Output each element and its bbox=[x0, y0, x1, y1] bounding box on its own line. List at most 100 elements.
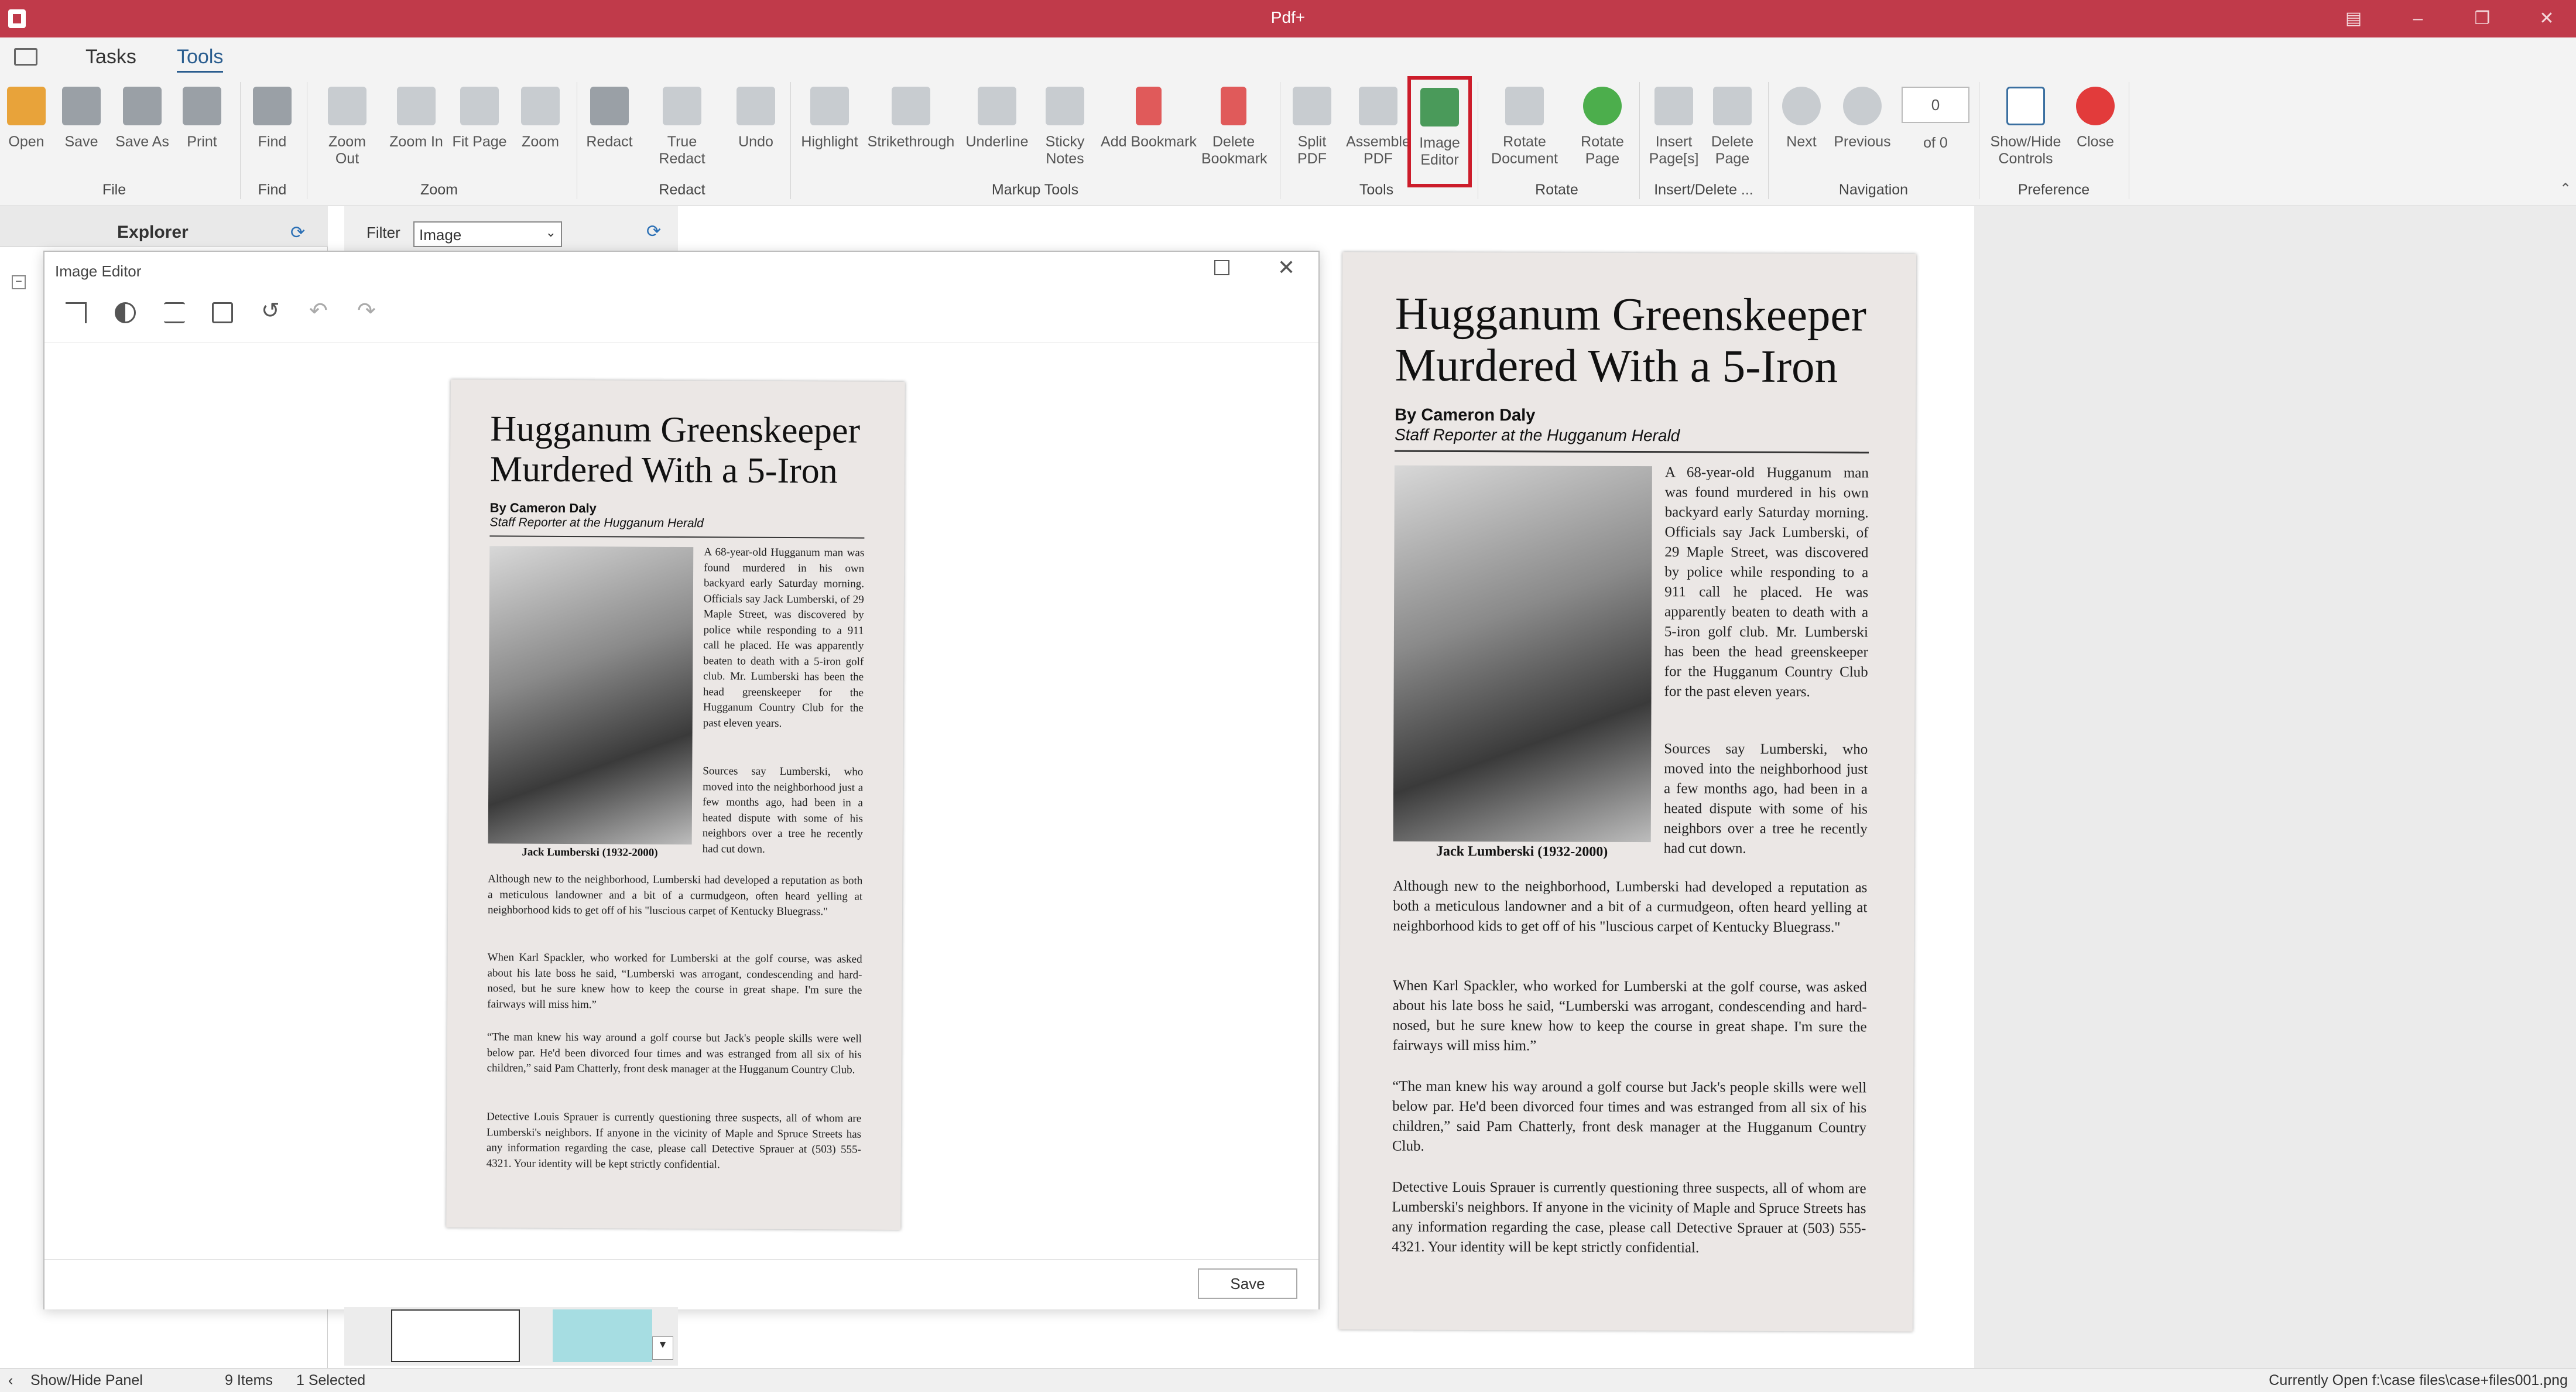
collapse-ribbon-icon[interactable]: ⌃ bbox=[2560, 180, 2571, 197]
tab-tools[interactable]: Tools bbox=[177, 46, 224, 73]
close-button[interactable]: Close bbox=[2063, 81, 2128, 180]
strikethrough-button[interactable]: Strikethrough bbox=[864, 81, 958, 180]
restore-button[interactable]: ❐ bbox=[2459, 5, 2506, 33]
viewer-page: Hugganum Greenskeeper Murdered With a 5-I… bbox=[1338, 252, 1917, 1332]
controls-icon bbox=[2006, 87, 2045, 125]
strikethrough-icon bbox=[892, 87, 930, 125]
tree-toggle-icon[interactable]: − bbox=[12, 275, 26, 289]
sticky-note-icon bbox=[1046, 87, 1084, 125]
assemble-icon bbox=[1359, 87, 1397, 125]
undo-button[interactable]: Undo bbox=[724, 81, 788, 180]
app-menu-icon[interactable] bbox=[14, 48, 37, 66]
page-total: of 0 bbox=[1923, 135, 1948, 151]
insert-pages-button[interactable]: Insert Page[s] bbox=[1642, 81, 1706, 180]
tab-tasks[interactable]: Tasks bbox=[85, 46, 136, 69]
rotate-doc-icon bbox=[1505, 87, 1544, 125]
assemble-pdf-button[interactable]: Assemble PDF bbox=[1344, 81, 1412, 180]
editor-caption: Jack Lumberski (1932-2000) bbox=[522, 846, 658, 859]
scroll-down-icon[interactable]: ▾ bbox=[652, 1336, 673, 1360]
editor-headline: Hugganum Greenskeeper Murdered With a 5-I… bbox=[489, 409, 861, 491]
sticky-notes-button[interactable]: Sticky Notes bbox=[1033, 81, 1097, 180]
editor-photo bbox=[488, 546, 694, 845]
panel-toggle-icon[interactable]: ‹ bbox=[8, 1372, 13, 1389]
thumbnail-item[interactable] bbox=[553, 1309, 652, 1362]
group-rotate-label: Rotate bbox=[1535, 182, 1578, 198]
filter-select[interactable]: Image ⌄ bbox=[413, 221, 562, 247]
delete-bookmark-button[interactable]: Delete Bookmark bbox=[1201, 81, 1268, 180]
split-pdf-button[interactable]: Split PDF bbox=[1280, 81, 1344, 180]
redact-icon bbox=[590, 87, 629, 125]
group-nav-label: Navigation bbox=[1838, 182, 1909, 198]
save-as-button[interactable]: Save As bbox=[110, 81, 174, 180]
image-editor-button[interactable]: Image Editor bbox=[1407, 76, 1472, 187]
thumbnail-item[interactable] bbox=[391, 1309, 520, 1362]
close-window-button[interactable]: ✕ bbox=[2523, 5, 2570, 33]
find-button[interactable]: Find bbox=[240, 81, 304, 180]
minimize-button[interactable]: – bbox=[2395, 5, 2441, 33]
dialog-footer bbox=[44, 1259, 1318, 1309]
true-redact-button[interactable]: True Redact bbox=[650, 81, 714, 180]
contrast-icon[interactable] bbox=[115, 302, 136, 323]
article-p2: Sources say Lumberski, who moved into th… bbox=[1663, 741, 1868, 857]
refresh-explorer-icon[interactable]: ⟳ bbox=[290, 223, 305, 243]
article-headline: Hugganum Greenskeeper Murdered With a 5-I… bbox=[1395, 288, 1867, 393]
maximize-dialog-icon[interactable] bbox=[1214, 260, 1229, 275]
window-title: Pdf+ bbox=[1270, 8, 1306, 26]
group-pref-label: Preference bbox=[2017, 182, 2090, 198]
delete-bookmark-icon bbox=[1221, 87, 1246, 125]
rotate-page-button[interactable]: Rotate Page bbox=[1570, 81, 1635, 180]
group-tools-label: Tools bbox=[1359, 182, 1394, 198]
refresh-filter-icon[interactable]: ⟳ bbox=[646, 221, 661, 242]
close-dialog-icon[interactable]: ✕ bbox=[1277, 255, 1295, 280]
editor-p6: Detective Louis Sprauer is currently que… bbox=[486, 1110, 862, 1171]
add-bookmark-button[interactable]: Add Bookmark bbox=[1101, 81, 1197, 180]
reset-icon[interactable]: ↺ bbox=[261, 297, 280, 324]
save-toolbar-button[interactable]: Save bbox=[49, 81, 114, 180]
redact-button[interactable]: Redact bbox=[577, 81, 642, 180]
arrow-down-icon bbox=[1782, 87, 1821, 125]
show-hide-controls-button[interactable]: Show/Hide Controls bbox=[1985, 81, 2067, 180]
article-staff: Staff Reporter at the Hugganum Herald bbox=[1395, 425, 1680, 445]
previous-button[interactable]: Previous bbox=[1830, 81, 1895, 180]
current-file-path: Currently Open f:\case files\case+files0… bbox=[2269, 1372, 2568, 1388]
editor-p4: When Karl Spackler, who worked for Lumbe… bbox=[487, 951, 862, 1011]
status-bar: ‹ Show/Hide Panel 9 Items 1 Selected Cur… bbox=[0, 1368, 2576, 1392]
redo-edit-icon[interactable]: ↷ bbox=[357, 297, 376, 324]
magnifier-icon bbox=[521, 87, 560, 125]
zoom-out-icon bbox=[328, 87, 366, 125]
zoom-out-button[interactable]: Zoom Out bbox=[315, 81, 379, 180]
next-button[interactable]: Next bbox=[1769, 81, 1834, 180]
zoom-button[interactable]: Zoom bbox=[508, 81, 573, 180]
folder-icon bbox=[7, 87, 46, 125]
editor-rule bbox=[489, 535, 865, 539]
highlight-button[interactable]: Highlight bbox=[797, 81, 862, 180]
explorer-header: Explorer ⟳ bbox=[0, 206, 328, 247]
highlight-icon bbox=[810, 87, 849, 125]
fit-page-button[interactable]: Fit Page bbox=[447, 81, 512, 180]
show-hide-panel-button[interactable]: Show/Hide Panel bbox=[30, 1372, 143, 1389]
underline-button[interactable]: Underline bbox=[965, 81, 1029, 180]
fit-page-icon bbox=[460, 87, 499, 125]
crop-icon[interactable] bbox=[66, 302, 87, 323]
floppy-multi-icon bbox=[123, 87, 162, 125]
undo-icon bbox=[737, 87, 775, 125]
article-p4: When Karl Spackler, who worked for Lumbe… bbox=[1392, 977, 1867, 1054]
compare-icon[interactable] bbox=[212, 302, 233, 323]
article-p5: “The man knew his way around a golf cour… bbox=[1392, 1078, 1867, 1154]
article-byline: By Cameron Daly bbox=[1395, 405, 1536, 425]
adjust-icon[interactable] bbox=[164, 302, 185, 323]
binoculars-icon bbox=[253, 87, 292, 125]
editor-p3: Although new to the neighborhood, Lumber… bbox=[487, 873, 863, 918]
layout-icon[interactable]: ▤ bbox=[2330, 5, 2377, 33]
undo-edit-icon[interactable]: ↶ bbox=[309, 297, 328, 324]
group-find-label: Find bbox=[258, 182, 287, 198]
group-markup-label: Markup Tools bbox=[991, 182, 1079, 198]
delete-page-button[interactable]: Delete Page bbox=[1700, 81, 1765, 180]
print-button[interactable]: Print bbox=[170, 81, 234, 180]
zoom-in-button[interactable]: Zoom In bbox=[384, 81, 448, 180]
page-number-input[interactable]: 0 bbox=[1902, 87, 1969, 123]
floppy-icon bbox=[62, 87, 101, 125]
editor-byline: By Cameron Daly bbox=[489, 500, 597, 516]
rotate-document-button[interactable]: Rotate Document bbox=[1484, 81, 1566, 180]
dialog-save-button[interactable]: Save bbox=[1198, 1268, 1297, 1299]
